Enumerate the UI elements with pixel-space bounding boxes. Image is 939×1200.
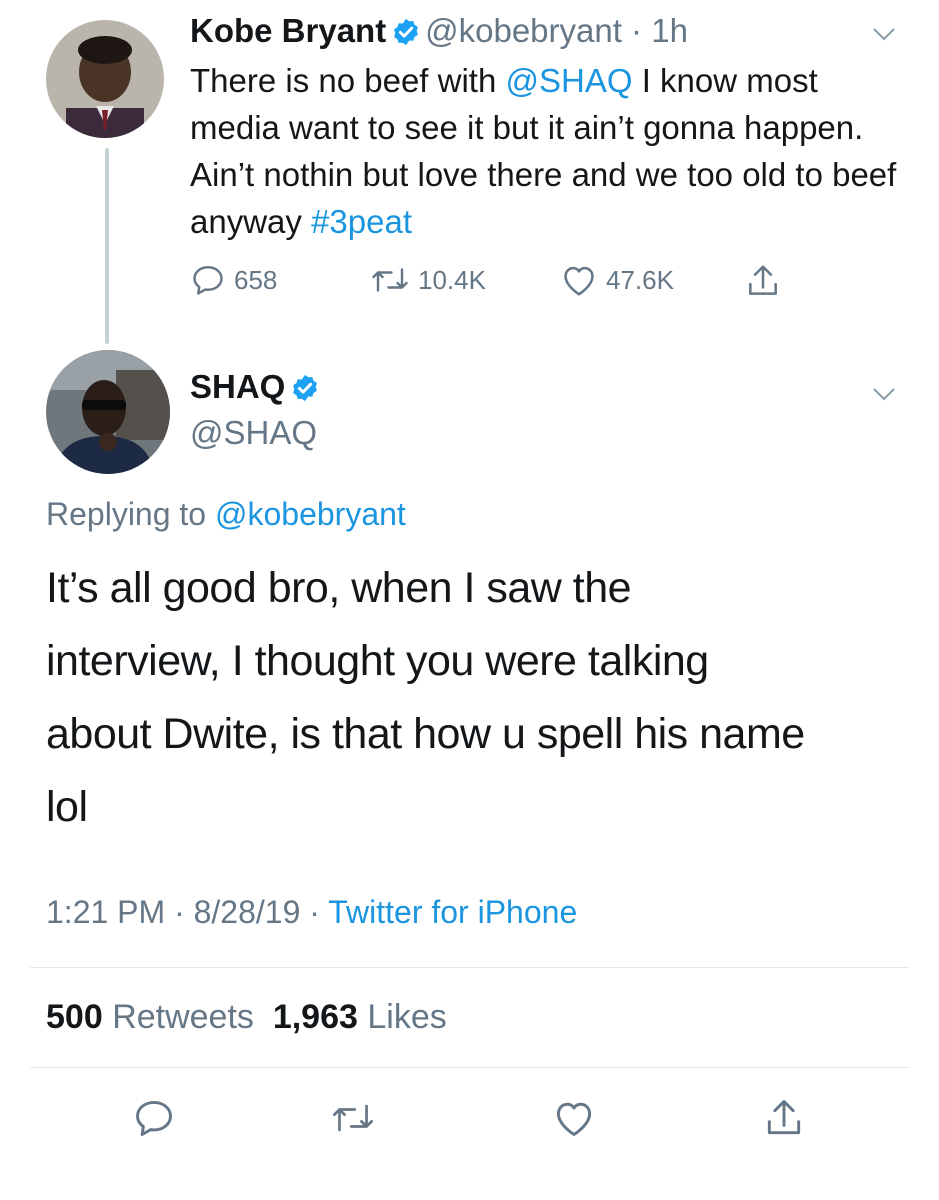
chevron-down-icon[interactable] [872,27,896,41]
author-handle[interactable]: @SHAQ [190,414,317,452]
retweet-action[interactable]: 10.4K [370,262,486,298]
tweet-source-link[interactable]: Twitter for iPhone [328,894,577,930]
author-handle[interactable]: @kobebryant [425,12,622,49]
verified-badge-icon [393,18,418,46]
verified-badge-icon [292,374,317,402]
replying-to-link[interactable]: @kobebryant [215,496,406,532]
kobe-avatar[interactable] [46,20,164,138]
thread-connector-line [105,148,109,344]
share-icon[interactable] [762,1096,806,1140]
engagement-stats: 500 Retweets 1,963 Likes [46,998,447,1037]
divider [30,967,909,968]
tweet-date: 8/28/19 [193,894,301,930]
kobe-header: Kobe Bryant @kobebryant · 1h [190,12,688,49]
chevron-down-icon[interactable] [872,387,896,401]
hashtag-link[interactable]: #3peat [311,203,412,240]
reply-tweet-text: It’s all good bro, when I saw the interv… [46,564,805,831]
shaq-avatar[interactable] [46,350,170,474]
reply-icon[interactable] [132,1096,176,1140]
likes-stat[interactable]: 1,963 Likes [273,998,447,1036]
tweet-text: There is no beef with @SHAQ I know most … [190,62,897,240]
reply-action[interactable]: 658 [190,262,277,298]
like-icon [564,266,594,296]
shaq-header: SHAQ [190,368,320,406]
retweet-icon [372,268,408,292]
retweets-stat[interactable]: 500 Retweets [46,998,254,1036]
reply-icon [193,266,223,295]
author-name[interactable]: Kobe Bryant [190,12,386,49]
tweet-time: 1:21 PM [46,894,166,930]
like-icon[interactable] [552,1096,596,1140]
tweet-meta: 1:21 PM · 8/28/19 · Twitter for iPhone [46,894,578,930]
replying-to-line: Replying to @kobebryant [46,496,406,532]
divider [30,1067,909,1068]
share-icon[interactable] [744,262,782,300]
author-name[interactable]: SHAQ [190,368,285,405]
tweet-time: 1h [651,12,688,49]
like-action[interactable]: 47.6K [560,262,674,298]
retweet-icon[interactable] [331,1096,375,1140]
mention-link[interactable]: @SHAQ [506,62,633,99]
